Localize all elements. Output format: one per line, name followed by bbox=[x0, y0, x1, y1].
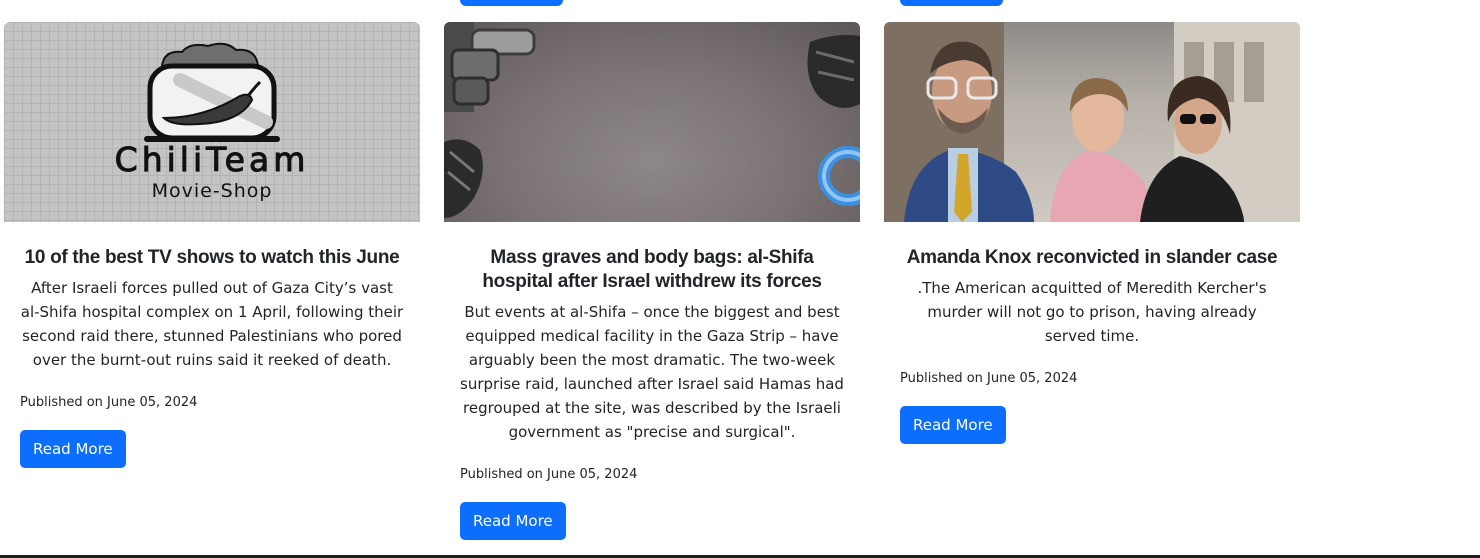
previous-read-more-button[interactable] bbox=[460, 0, 563, 6]
card-image bbox=[444, 22, 860, 222]
people-walking-photo bbox=[884, 22, 1300, 222]
card-body: Amanda Knox reconvicted in slander case … bbox=[884, 222, 1300, 444]
card-title: 10 of the best TV shows to watch this Ju… bbox=[24, 247, 400, 268]
published-date: Published on June 05, 2024 bbox=[460, 467, 638, 482]
read-more-button[interactable]: Read More bbox=[20, 430, 126, 468]
published-date: Published on June 05, 2024 bbox=[20, 395, 198, 410]
logo-title: ChiliTeam bbox=[114, 140, 310, 180]
card-text: But events at al-Shifa – once the bigges… bbox=[460, 303, 844, 441]
previous-read-more-button[interactable] bbox=[900, 0, 1003, 6]
read-more-button[interactable]: Read More bbox=[900, 406, 1006, 444]
published-date: Published on June 05, 2024 bbox=[900, 371, 1078, 386]
logo-subtitle: Movie-Shop bbox=[151, 180, 273, 202]
news-card: Amanda Knox reconvicted in slander case … bbox=[884, 22, 1300, 444]
gym-equipment-photo bbox=[444, 22, 860, 218]
news-page: ChiliTeam Movie-Shop 10 of the best TV s… bbox=[0, 0, 1480, 558]
card-title: Amanda Knox reconvicted in slander case bbox=[906, 247, 1278, 268]
card-body: 10 of the best TV shows to watch this Ju… bbox=[4, 222, 420, 468]
card-body: Mass graves and body bags: al-Shifa hosp… bbox=[444, 222, 860, 540]
news-card: Mass graves and body bags: al-Shifa hosp… bbox=[444, 22, 860, 540]
card-title: Mass graves and body bags: al-Shifa hosp… bbox=[482, 247, 822, 292]
read-more-button[interactable]: Read More bbox=[460, 502, 566, 540]
card-image bbox=[884, 22, 1300, 222]
card-text: .The American acquitted of Meredith Kerc… bbox=[917, 279, 1267, 345]
news-card: ChiliTeam Movie-Shop 10 of the best TV s… bbox=[4, 22, 420, 468]
card-image: ChiliTeam Movie-Shop bbox=[4, 22, 420, 222]
card-text: After Israeli forces pulled out of Gaza … bbox=[20, 279, 404, 369]
